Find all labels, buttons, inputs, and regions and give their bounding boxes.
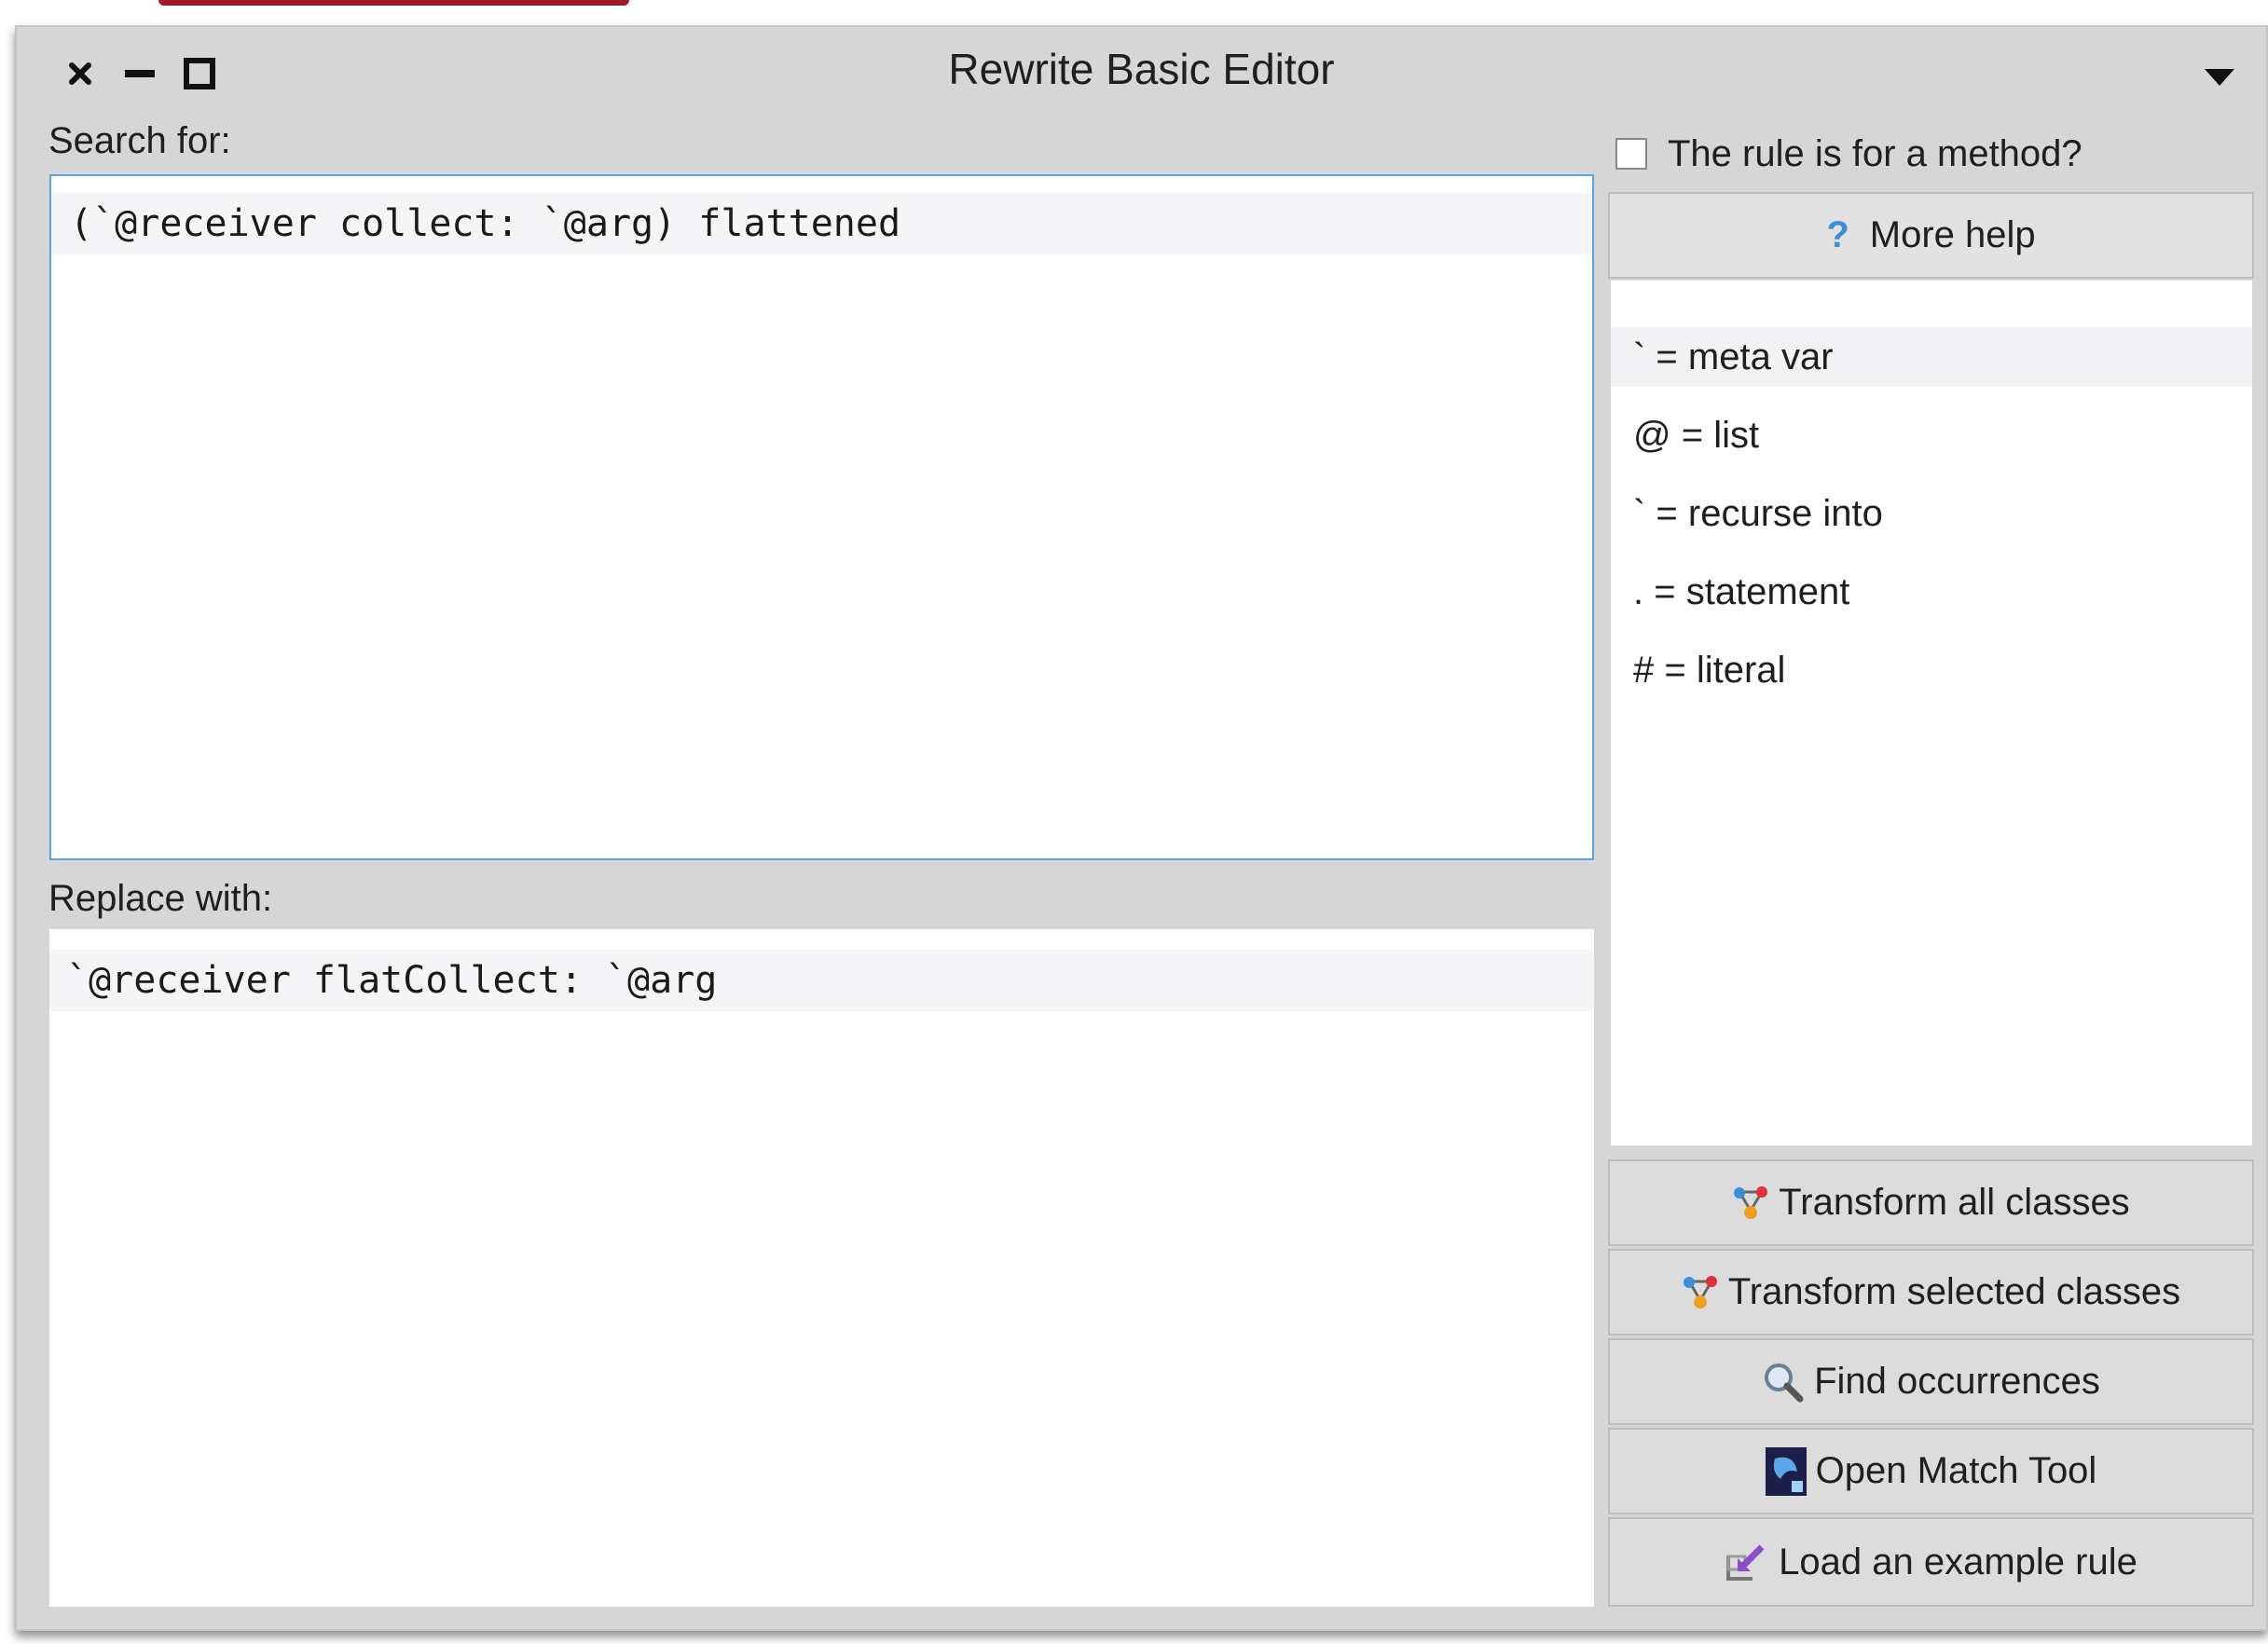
find-occurrences-button[interactable]: Find occurrences [1608,1338,2254,1425]
load-example-rule-button[interactable]: Load an example rule [1608,1517,2254,1607]
help-item-list[interactable]: @ = list [1611,405,2252,465]
title-bar[interactable]: Rewrite Basic Editor [17,27,2266,113]
match-tool-icon [1765,1446,1807,1496]
method-rule-label: The rule is for a method? [1668,132,2082,174]
question-icon: ? [1826,214,1849,255]
method-rule-checkbox[interactable] [1615,138,1647,170]
find-occurrences-label: Find occurrences [1814,1361,2100,1402]
syntax-help-list[interactable]: ` = meta var @ = list ` = recurse into .… [1611,281,2252,1145]
help-item-statement[interactable]: . = statement [1611,562,2252,622]
transform-selected-classes-label: Transform selected classes [1727,1271,2181,1312]
replace-label: Replace with: [48,878,273,919]
search-code-editor[interactable]: (`@receiver collect: `@arg) flattened [49,174,1594,860]
help-item-recurse[interactable]: ` = recurse into [1611,484,2252,543]
search-label: Search for: [48,120,231,161]
transform-icon [1683,1275,1717,1308]
help-item-meta-var[interactable]: ` = meta var [1611,327,2252,387]
replace-code-editor[interactable]: `@receiver flatCollect: `@arg [49,929,1594,1607]
load-example-rule-label: Load an example rule [1779,1541,2137,1582]
window-menu-button[interactable] [2201,59,2238,96]
replace-code-line: `@receiver flatCollect: `@arg [49,950,1594,1011]
transform-all-classes-button[interactable]: Transform all classes [1608,1159,2254,1246]
transform-icon [1734,1185,1768,1219]
open-match-tool-label: Open Match Tool [1815,1450,2097,1491]
background-window-edge [158,0,629,6]
more-help-button[interactable]: ? More help [1608,192,2254,279]
search-code-line: (`@receiver collect: `@arg) flattened [51,193,1592,254]
load-example-icon [1726,1544,1765,1581]
magnifier-icon [1765,1363,1804,1402]
open-match-tool-button[interactable]: Open Match Tool [1608,1428,2254,1514]
help-item-literal[interactable]: # = literal [1611,640,2252,700]
rewrite-editor-window: Rewrite Basic Editor Search for: (`@rece… [15,25,2268,1631]
method-rule-option[interactable]: The rule is for a method? [1615,126,2082,182]
chevron-down-icon [2205,69,2234,86]
transform-selected-classes-button[interactable]: Transform selected classes [1608,1249,2254,1336]
window-title: Rewrite Basic Editor [948,45,1335,93]
transform-all-classes-label: Transform all classes [1779,1182,2130,1223]
more-help-label: More help [1869,214,2036,255]
